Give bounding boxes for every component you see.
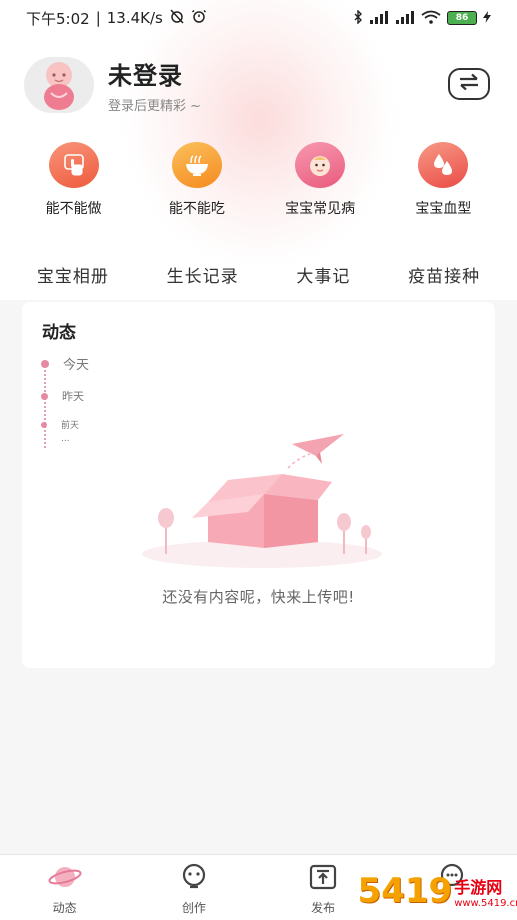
app-screen: 下午5:02 | 13.4K/s 86 未登录 登录后更精彩 ~ 能不能做 能不… bbox=[0, 0, 517, 920]
timeline-label: 昨天 bbox=[62, 390, 84, 403]
noodle-bowl-icon bbox=[171, 142, 222, 188]
category-baby-album[interactable]: 宝宝相册 bbox=[37, 262, 109, 287]
tool-label: 宝宝血型 bbox=[415, 201, 472, 217]
timeline-item: 前天 bbox=[38, 418, 79, 431]
category-milestones[interactable]: 大事记 bbox=[296, 262, 350, 287]
status-divider: | bbox=[95, 9, 101, 27]
tool-can-do[interactable]: 能不能做 bbox=[19, 142, 129, 218]
switch-account-button[interactable] bbox=[448, 68, 490, 100]
profile-text: 未登录 登录后更精彩 ~ bbox=[108, 56, 201, 114]
hand-pointer-icon bbox=[48, 142, 99, 188]
baby-face-icon bbox=[295, 142, 346, 188]
category-growth-record[interactable]: 生长记录 bbox=[167, 262, 239, 287]
timeline-item: 昨天 bbox=[38, 388, 84, 404]
watermark-number: 5419 bbox=[357, 871, 453, 911]
feed-title: 动态 bbox=[42, 323, 76, 343]
signal-icon bbox=[369, 10, 389, 27]
timeline-label: 今天 bbox=[63, 358, 90, 373]
nav-label: 创作 bbox=[181, 901, 206, 915]
watermark-title: 手游网 bbox=[454, 877, 503, 897]
tool-can-eat[interactable]: 能不能吃 bbox=[142, 142, 252, 218]
profile-name[interactable]: 未登录 bbox=[108, 56, 201, 91]
timeline-dot bbox=[41, 392, 48, 400]
status-left: 下午5:02 | 13.4K/s bbox=[26, 8, 207, 29]
planet-icon bbox=[48, 863, 82, 895]
tool-blood-type[interactable]: 宝宝血型 bbox=[388, 142, 498, 218]
status-speed: 13.4K/s bbox=[106, 9, 163, 27]
nav-label: 动态 bbox=[52, 901, 77, 915]
upload-icon bbox=[309, 863, 337, 895]
blood-drops-icon bbox=[418, 142, 469, 188]
status-right: 86 bbox=[353, 8, 491, 27]
timeline-label: 前天 bbox=[61, 421, 80, 431]
profile-subtitle: 登录后更精彩 ~ bbox=[108, 99, 202, 114]
watermark-url: www.5419.cn bbox=[454, 897, 517, 909]
quick-tools: 能不能做 能不能吃 宝宝常见病 宝宝血型 bbox=[0, 142, 517, 218]
tool-common-illness[interactable]: 宝宝常见病 bbox=[265, 142, 375, 218]
category-nav: 宝宝相册 生长记录 大事记 疫苗接种 bbox=[0, 262, 517, 287]
nav-feed[interactable]: 动态 bbox=[15, 863, 115, 916]
timeline-dot bbox=[41, 359, 49, 368]
feed-card: 动态 今天 昨天 前天 ... 还没有内容呢，快来上传吧! bbox=[22, 302, 495, 668]
tool-label: 宝宝常见病 bbox=[285, 201, 356, 217]
alarm-off-icon bbox=[169, 8, 185, 28]
wifi-icon bbox=[421, 10, 441, 27]
watermark-text-group: 手游网 www.5419.cn bbox=[454, 874, 517, 909]
alarm-clock-icon bbox=[191, 8, 207, 28]
timeline-label: ... bbox=[61, 434, 70, 444]
empty-box-illustration bbox=[132, 432, 392, 572]
avatar[interactable] bbox=[24, 57, 94, 113]
site-watermark: 5419 手游网 www.5419.cn bbox=[358, 862, 517, 920]
bluetooth-icon bbox=[353, 8, 363, 27]
battery-icon: 86 bbox=[447, 11, 477, 25]
status-time: 下午5:02 bbox=[26, 9, 90, 28]
lightbulb-icon bbox=[180, 863, 208, 895]
charging-icon bbox=[483, 10, 491, 26]
status-bar: 下午5:02 | 13.4K/s 86 bbox=[0, 0, 517, 36]
swap-arrows-icon bbox=[457, 73, 481, 95]
timeline-item: ... bbox=[38, 434, 70, 444]
tool-label: 能不能做 bbox=[45, 201, 102, 217]
nav-label: 发布 bbox=[311, 901, 336, 915]
category-vaccination[interactable]: 疫苗接种 bbox=[408, 262, 480, 287]
timeline-dot bbox=[41, 421, 47, 428]
empty-state-text: 还没有内容呢，快来上传吧! bbox=[162, 588, 355, 606]
profile-section[interactable]: 未登录 登录后更精彩 ~ bbox=[24, 56, 201, 114]
signal-icon-2 bbox=[395, 10, 415, 27]
timeline-item: 今天 bbox=[38, 354, 89, 373]
tool-label: 能不能吃 bbox=[168, 201, 225, 217]
nav-create[interactable]: 创作 bbox=[144, 863, 244, 916]
